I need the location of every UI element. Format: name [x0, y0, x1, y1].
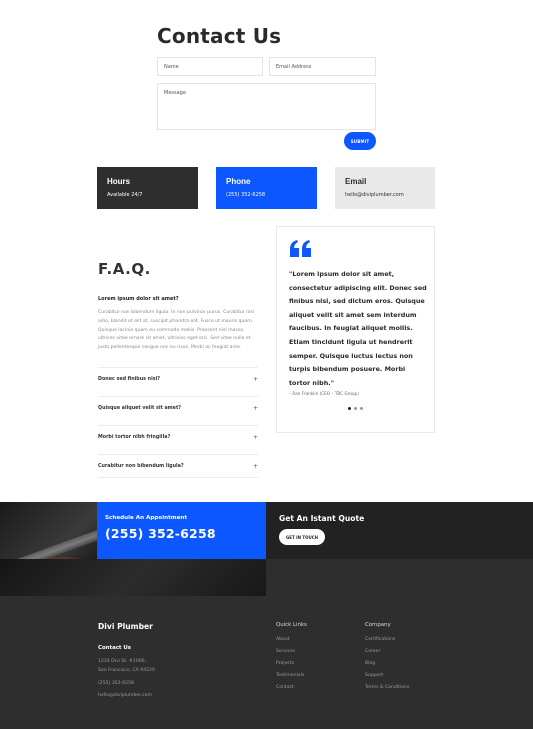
- email-title: Email: [345, 177, 367, 186]
- footer-contact-heading: Contact Us: [98, 645, 131, 651]
- phone-title: Phone: [226, 177, 251, 186]
- slider-dots: [277, 407, 434, 410]
- faq-title: F.A.Q.: [98, 260, 151, 278]
- hours-box: Hours Available 24/7: [97, 167, 198, 209]
- schedule-phone[interactable]: (255) 352-6258: [105, 526, 258, 541]
- footer-link-blog[interactable]: Blog: [365, 661, 375, 666]
- slider-dot-active[interactable]: [348, 407, 351, 410]
- submit-button[interactable]: SUBMIT: [344, 132, 376, 150]
- email-box: Email hello@diviplumber.com: [335, 167, 435, 209]
- faq-item[interactable]: Donec sed finibus nisi? +: [98, 367, 258, 391]
- company-heading: Company: [365, 622, 391, 628]
- footer-link-about[interactable]: About: [276, 637, 290, 642]
- faq-question: Morbi tortor nibh fringilla?: [98, 435, 171, 440]
- plus-icon: +: [252, 405, 258, 412]
- email-placeholder: Email Address: [276, 64, 312, 70]
- footer-brand: Divi Plumber: [98, 622, 153, 631]
- faq-open-question[interactable]: Lorem ipsum dolor sit amet?: [98, 296, 179, 302]
- contact-title: Contact Us: [157, 24, 282, 48]
- footer-link-services[interactable]: Services: [276, 649, 295, 654]
- schedule-label: Schedule An Appointment: [105, 515, 188, 521]
- footer-address-line2: San Francisco, CA 94220: [98, 668, 155, 673]
- email-field[interactable]: Email Address: [269, 57, 376, 76]
- testimonial-quote: "Lorem ipsum dolor sit amet, consectetur…: [289, 270, 427, 387]
- schedule-box: Schedule An Appointment (255) 352-6258: [97, 502, 266, 559]
- phone-box: Phone (255) 352-6258: [216, 167, 317, 209]
- phone-text[interactable]: (255) 352-6258: [226, 192, 307, 198]
- page: Contact Us Name Email Address Message SU…: [0, 0, 533, 729]
- email-text[interactable]: hello@diviplumber.com: [345, 192, 425, 198]
- get-in-touch-button[interactable]: GET IN TOUCH: [279, 529, 325, 545]
- faq-item[interactable]: Morbi tortor nibh fringilla? +: [98, 425, 258, 449]
- hours-text: Available 24/7: [107, 192, 143, 198]
- testimonial-author: – Ran Franklin (CEO – TBC Group): [289, 391, 359, 396]
- plus-icon: +: [252, 376, 258, 383]
- footer-phone[interactable]: (255) 352-6258: [98, 680, 134, 688]
- footer-link-career[interactable]: Career: [365, 649, 380, 654]
- faq-open-answer: Curabitur non bibendum ligula. In non pu…: [98, 310, 255, 351]
- plus-icon: +: [252, 462, 258, 470]
- message-placeholder: Message: [164, 90, 186, 96]
- quote-icon: [290, 240, 311, 257]
- footer-link-projects[interactable]: Projects: [276, 661, 294, 666]
- name-field[interactable]: Name: [157, 57, 263, 76]
- footer-address-line1: 1234 Divi St. #1000,: [98, 659, 147, 664]
- hours-title: Hours: [107, 177, 131, 186]
- faq-item[interactable]: Curabitur non bibendum ligula? +: [98, 454, 258, 478]
- plus-icon: +: [252, 434, 258, 441]
- footer-link-support[interactable]: Support: [365, 673, 383, 678]
- faq-question: Quisque aliquet velit sit amet?: [98, 406, 182, 411]
- slider-dot[interactable]: [360, 407, 363, 410]
- footer-link-terms[interactable]: Terms & Conditions: [365, 685, 409, 690]
- faq-question: Curabitur non bibendum ligula?: [98, 463, 184, 469]
- slider-dot[interactable]: [354, 407, 357, 410]
- faq-item[interactable]: Quisque aliquet velit sit amet? +: [98, 396, 258, 420]
- footer-email[interactable]: hello@diviplumber.com: [98, 692, 152, 700]
- quote-title: Get An Istant Quote: [279, 514, 365, 523]
- footer-link-testimonials[interactable]: Testimonials: [276, 673, 304, 678]
- faq-question: Donec sed finibus nisi?: [98, 377, 161, 382]
- footer-link-certifications[interactable]: Certifications: [365, 637, 395, 642]
- testimonial-card: "Lorem ipsum dolor sit amet, consectetur…: [276, 226, 435, 433]
- footer-link-contact[interactable]: Contact: [276, 685, 294, 690]
- message-field[interactable]: Message: [157, 83, 376, 130]
- quick-links-heading: Quick Links: [276, 622, 307, 628]
- footer-photo-extension: [0, 559, 266, 596]
- name-placeholder: Name: [164, 64, 179, 70]
